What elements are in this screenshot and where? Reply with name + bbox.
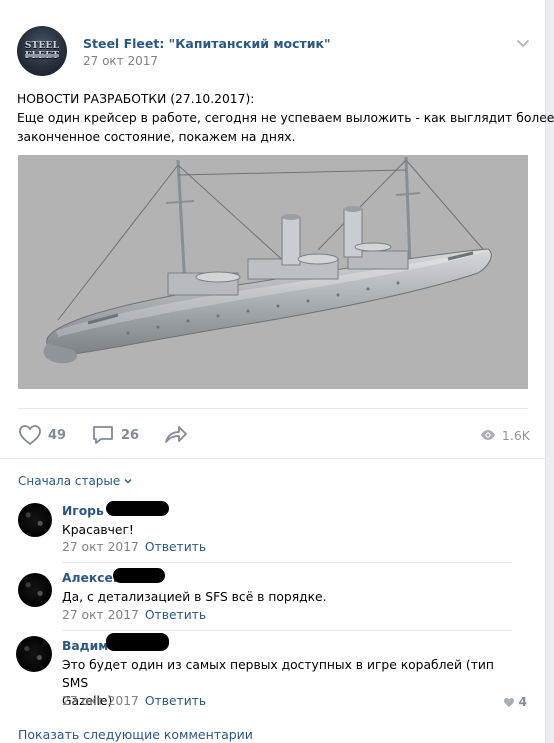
reply-link[interactable]: Ответить bbox=[145, 694, 206, 708]
commenter-avatar[interactable] bbox=[18, 573, 52, 607]
views-count: 1.6K bbox=[501, 427, 530, 443]
post-header: STEEL FLEET Steel Fleet: "Капитанский мо… bbox=[17, 26, 537, 76]
sort-label: Сначала старые bbox=[18, 474, 121, 488]
comment-like-button[interactable]: 4 bbox=[503, 695, 527, 709]
reply-link[interactable]: Ответить bbox=[145, 540, 206, 554]
eye-icon bbox=[480, 430, 495, 440]
comment-item: Алексей Да, с детализацией в SFS всё в п… bbox=[18, 568, 530, 623]
commenter-name[interactable]: Игорь bbox=[62, 504, 104, 518]
chevron-down-icon bbox=[124, 479, 132, 484]
comment-like-count: 4 bbox=[518, 695, 527, 709]
comment-text: Да, с детализацией в SFS всё в порядке. bbox=[62, 590, 327, 604]
post-text-line: законченное состояние, покажем на днях. bbox=[17, 130, 296, 144]
commenter-avatar[interactable] bbox=[18, 503, 52, 537]
commenter-avatar[interactable] bbox=[16, 636, 52, 672]
share-button[interactable] bbox=[163, 422, 189, 448]
comment-meta: 27 окт 2017 Ответить bbox=[62, 540, 206, 554]
redacted-surname bbox=[106, 501, 169, 516]
post-text: НОВОСТИ РАЗРАБОТКИ (27.10.2017): Еще оди… bbox=[17, 90, 554, 147]
comment-icon bbox=[93, 426, 113, 444]
comment-text-line: Это будет один из самых первых доступных… bbox=[62, 658, 494, 690]
comment-text: Красавчег! bbox=[62, 523, 134, 537]
comment-meta: 27 окт 2017 Ответить bbox=[62, 608, 206, 622]
group-avatar[interactable]: STEEL FLEET bbox=[17, 26, 67, 76]
heart-icon bbox=[19, 425, 41, 446]
share-icon bbox=[165, 426, 187, 443]
comment-item: Игорь Красавчег! 27 окт 2017 Ответить bbox=[18, 501, 530, 556]
avatar-logo-bar bbox=[25, 54, 59, 57]
reply-link[interactable]: Ответить bbox=[145, 608, 206, 622]
chevron-down-icon[interactable] bbox=[515, 35, 531, 51]
post-date[interactable]: 27 окт 2017 bbox=[83, 54, 158, 68]
comment-button[interactable]: 26 bbox=[91, 422, 139, 448]
divider bbox=[0, 458, 546, 459]
comment-divider bbox=[62, 630, 512, 631]
comment-date[interactable]: 27 окт 2017 bbox=[62, 694, 139, 708]
divider bbox=[18, 408, 528, 409]
post-actions: 49 26 1.6K bbox=[18, 422, 530, 448]
cruiser-render-icon bbox=[43, 156, 492, 364]
avatar-logo-text: STEEL FLEET bbox=[24, 41, 60, 61]
post-author-link[interactable]: Steel Fleet: "Капитанский мостик" bbox=[83, 36, 331, 51]
post-text-line: НОВОСТИ РАЗРАБОТКИ (27.10.2017): bbox=[17, 92, 255, 106]
post-card: STEEL FLEET Steel Fleet: "Капитанский мо… bbox=[0, 0, 554, 743]
like-count: 49 bbox=[48, 427, 67, 443]
post-image[interactable] bbox=[18, 155, 528, 389]
comment-count: 26 bbox=[121, 427, 140, 443]
comment-item: Вадим Это будет один из самых первых дос… bbox=[16, 633, 530, 711]
post-text-line: Еще один крейсер в работе, сегодня не ус… bbox=[17, 111, 554, 125]
comment-divider bbox=[62, 562, 512, 563]
comment-date[interactable]: 27 окт 2017 bbox=[62, 540, 139, 554]
like-button[interactable]: 49 bbox=[18, 422, 66, 448]
comment-date[interactable]: 27 окт 2017 bbox=[62, 608, 139, 622]
heart-icon bbox=[503, 697, 514, 707]
comments-sort-dropdown[interactable]: Сначала старые bbox=[18, 474, 133, 488]
show-more-comments-link[interactable]: Показать следующие комментарии bbox=[18, 727, 253, 742]
commenter-name[interactable]: Вадим bbox=[62, 639, 108, 653]
comment-meta: 27 окт 2017 Ответить bbox=[62, 694, 206, 708]
views-counter: 1.6K bbox=[480, 422, 530, 448]
redacted-surname bbox=[106, 633, 169, 651]
redacted-surname bbox=[113, 568, 165, 583]
